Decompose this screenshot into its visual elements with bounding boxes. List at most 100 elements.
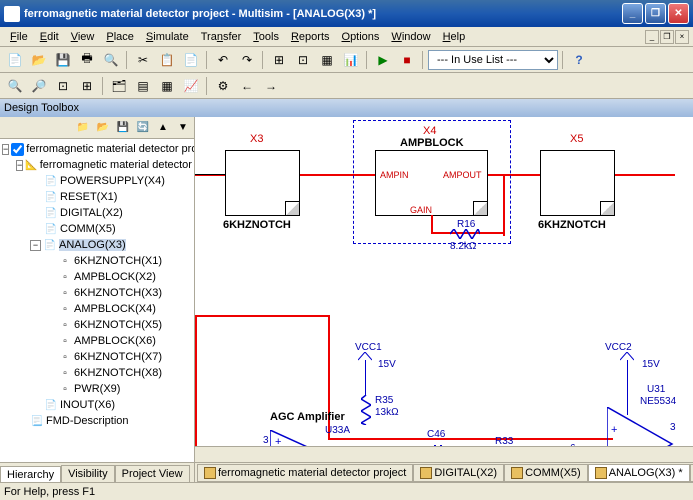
tree-item[interactable]: DIGITAL(X2) <box>60 207 123 219</box>
tree-item[interactable]: FMD-Description <box>46 415 129 427</box>
mdi-close[interactable]: × <box>675 30 689 44</box>
save-icon[interactable]: 💾 <box>114 119 132 137</box>
back-button[interactable]: ← <box>236 75 258 97</box>
menu-tools[interactable]: Tools <box>247 29 285 45</box>
schematic-canvas[interactable]: X3 6KHZNOTCH X4 AMPBLOCK AMPIN AMPOUT GA… <box>195 117 693 462</box>
document-tabs: ferromagnetic material detector project … <box>195 462 693 482</box>
tool-2[interactable]: ⊡ <box>292 49 314 71</box>
print-button[interactable]: 🖶 <box>76 49 98 71</box>
close-button[interactable]: ✕ <box>668 3 689 24</box>
resistor-r35[interactable] <box>361 395 371 425</box>
preview-button[interactable]: 🔍 <box>100 49 122 71</box>
tree-item[interactable]: AMPBLOCK(X2) <box>74 271 156 283</box>
cut-button[interactable]: ✂ <box>132 49 154 71</box>
status-bar: For Help, press F1 <box>0 482 693 500</box>
tree-item[interactable]: 6KHZNOTCH(X7) <box>74 351 162 363</box>
up-icon[interactable]: ▲ <box>154 119 172 137</box>
tab-visibility[interactable]: Visibility <box>61 465 115 482</box>
expand-icon[interactable]: − <box>16 160 23 171</box>
tool-4[interactable]: 📊 <box>340 49 362 71</box>
project-checkbox[interactable] <box>11 143 24 156</box>
doc-tab[interactable]: COMM(X5) <box>504 464 588 482</box>
tree-project[interactable]: ferromagnetic material detector project <box>40 159 194 171</box>
doc-tab-active[interactable]: ANALOG(X3) * <box>588 464 690 482</box>
doc-tab[interactable]: DIGITAL(X2) <box>413 464 504 482</box>
menu-edit[interactable]: Edit <box>34 29 65 45</box>
tree-item[interactable]: 6KHZNOTCH(X5) <box>74 319 162 331</box>
sheet-icon <box>511 467 523 479</box>
new-button[interactable]: 📄 <box>4 49 26 71</box>
menu-window[interactable]: Window <box>385 29 436 45</box>
zoom-area-button[interactable]: ⊞ <box>76 75 98 97</box>
grapher-button[interactable]: 📈 <box>180 75 202 97</box>
save-button[interactable]: 💾 <box>52 49 74 71</box>
expand-icon[interactable]: − <box>30 240 41 251</box>
block-x5[interactable] <box>540 150 615 216</box>
down-icon[interactable]: ▼ <box>174 119 192 137</box>
run-button[interactable]: ▶ <box>372 49 394 71</box>
stop-button[interactable]: ■ <box>396 49 418 71</box>
tree-item[interactable]: AMPBLOCK(X4) <box>74 303 156 315</box>
tool-1[interactable]: ⊞ <box>268 49 290 71</box>
paste-button[interactable]: 📄 <box>180 49 202 71</box>
sheet-icon <box>204 467 216 479</box>
resistor-r16[interactable] <box>450 229 480 239</box>
tree-item[interactable]: INOUT(X6) <box>60 399 115 411</box>
zoom-in-button[interactable]: 🔍 <box>4 75 26 97</box>
tab-project-view[interactable]: Project View <box>115 465 190 482</box>
design-icon: 📐 <box>25 158 37 172</box>
tree-root[interactable]: ferromagnetic material detector project <box>26 143 194 155</box>
label-x5-type: 6KHZNOTCH <box>538 219 606 231</box>
expand-icon[interactable]: − <box>2 144 9 155</box>
menu-view[interactable]: View <box>65 29 101 45</box>
copy-button[interactable]: 📋 <box>156 49 178 71</box>
block-x3[interactable] <box>225 150 300 216</box>
tree-item[interactable]: 6KHZNOTCH(X3) <box>74 287 162 299</box>
tree-item[interactable]: COMM(X5) <box>60 223 116 235</box>
menu-place[interactable]: Place <box>100 29 140 45</box>
mdi-restore[interactable]: ❐ <box>660 30 674 44</box>
undo-button[interactable]: ↶ <box>212 49 234 71</box>
minimize-button[interactable]: _ <box>622 3 643 24</box>
menu-file[interactable]: File <box>4 29 34 45</box>
new-folder-icon[interactable]: 📁 <box>74 119 92 137</box>
project-tree[interactable]: −ferromagnetic material detector project… <box>0 139 194 462</box>
menu-help[interactable]: Help <box>437 29 472 45</box>
design-toolbox-button[interactable]: 🗂 <box>108 75 130 97</box>
tree-item[interactable]: POWERSUPPLY(X4) <box>60 175 165 187</box>
component-button[interactable]: ⚙ <box>212 75 234 97</box>
block-icon: ▫ <box>58 254 72 268</box>
open-button[interactable]: 📂 <box>28 49 50 71</box>
mdi-minimize[interactable]: _ <box>645 30 659 44</box>
database-button[interactable]: ▦ <box>156 75 178 97</box>
open-icon[interactable]: 📂 <box>94 119 112 137</box>
tree-item[interactable]: 6KHZNOTCH(X8) <box>74 367 162 379</box>
tree-item-analog[interactable]: ANALOG(X3) <box>59 239 126 251</box>
help-button[interactable]: ? <box>568 49 590 71</box>
tool-3[interactable]: ▦ <box>316 49 338 71</box>
menu-transfer[interactable]: Transfer <box>195 29 248 45</box>
wire <box>195 315 330 317</box>
agc-label: AGC Amplifier <box>270 411 345 423</box>
zoom-fit-button[interactable]: ⊡ <box>52 75 74 97</box>
in-use-list[interactable]: --- In Use List --- <box>428 50 558 70</box>
menu-options[interactable]: Options <box>336 29 386 45</box>
label-u31-type: NE5534 <box>640 396 676 407</box>
label-vcc2: VCC2 <box>605 342 632 353</box>
tree-item[interactable]: RESET(X1) <box>60 191 117 203</box>
horizontal-scrollbar[interactable] <box>195 446 693 462</box>
tab-hierarchy[interactable]: Hierarchy <box>0 466 61 482</box>
zoom-out-button[interactable]: 🔎 <box>28 75 50 97</box>
forward-button[interactable]: → <box>260 75 282 97</box>
doc-tab[interactable]: ferromagnetic material detector project <box>197 464 413 482</box>
maximize-button[interactable]: ❐ <box>645 3 666 24</box>
tree-item[interactable]: 6KHZNOTCH(X1) <box>74 255 162 267</box>
doc-tab[interactable]: AMPBLOCK(X2) <box>690 464 693 482</box>
tree-item[interactable]: AMPBLOCK(X6) <box>74 335 156 347</box>
refresh-icon[interactable]: 🔄 <box>134 119 152 137</box>
tree-item[interactable]: PWR(X9) <box>74 383 120 395</box>
spreadsheet-button[interactable]: ▤ <box>132 75 154 97</box>
menu-reports[interactable]: Reports <box>285 29 336 45</box>
menu-simulate[interactable]: Simulate <box>140 29 195 45</box>
redo-button[interactable]: ↷ <box>236 49 258 71</box>
